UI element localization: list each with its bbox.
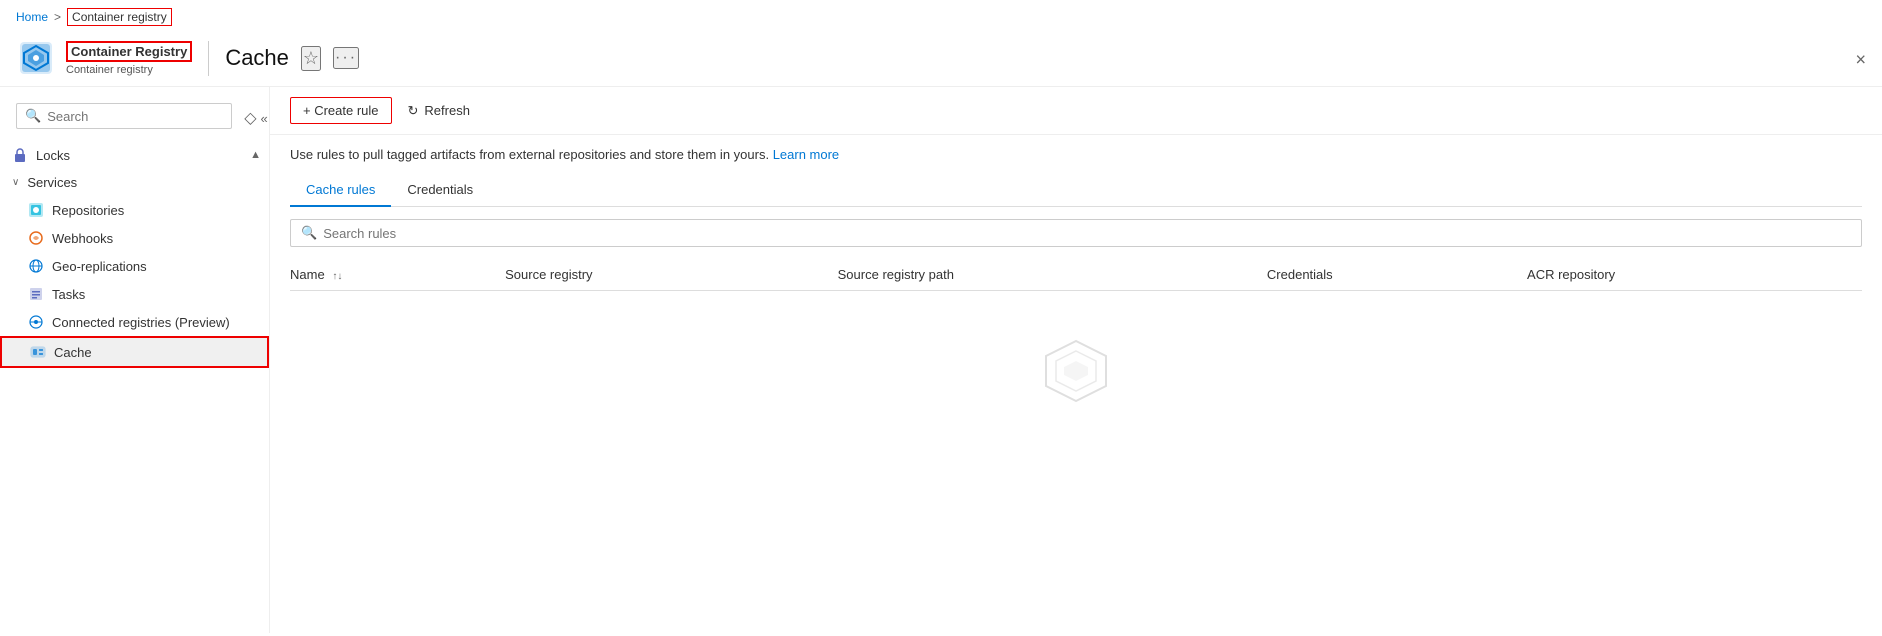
content-area: + Create rule ↻ Refresh Use rules to pul…: [270, 87, 1882, 633]
repositories-icon: [28, 202, 44, 218]
sidebar-item-connected-registries[interactable]: Connected registries (Preview): [0, 308, 269, 336]
geo-replications-icon: [28, 258, 44, 274]
sidebar-item-geo-replications[interactable]: Geo-replications: [0, 252, 269, 280]
breadcrumb-current: Container registry: [67, 8, 172, 26]
breadcrumb-separator: >: [54, 10, 61, 24]
content-header: Use rules to pull tagged artifacts from …: [270, 135, 1882, 219]
toolbar: + Create rule ↻ Refresh: [270, 87, 1882, 135]
lock-icon: [12, 147, 28, 163]
refresh-label: Refresh: [424, 103, 470, 118]
sort-name-icon[interactable]: ↑↓: [332, 271, 342, 282]
tasks-icon: [28, 286, 44, 302]
sidebar-group-services[interactable]: ∨ Services: [0, 169, 269, 196]
sidebar-search-bar: 🔍: [16, 103, 232, 129]
col-source-registry: Source registry: [505, 259, 838, 291]
services-group-label: Services: [27, 175, 77, 190]
resource-name: Cache: [225, 45, 289, 71]
tab-credentials[interactable]: Credentials: [391, 174, 489, 207]
search-rules-input[interactable]: [323, 226, 1851, 241]
sidebar-item-locks[interactable]: Locks: [0, 141, 250, 169]
description-text: Use rules to pull tagged artifacts from …: [290, 147, 1862, 162]
geo-replications-label: Geo-replications: [52, 259, 147, 274]
service-icon: [16, 38, 56, 78]
sidebar-search-icon: 🔍: [25, 108, 41, 124]
tasks-label: Tasks: [52, 287, 85, 302]
cache-icon: [30, 344, 46, 360]
page-header: Container Registry Container registry Ca…: [0, 34, 1882, 87]
sidebar-item-cache[interactable]: Cache: [0, 336, 269, 368]
header-title-block: Container Registry Container registry: [66, 41, 209, 76]
webhooks-label: Webhooks: [52, 231, 113, 246]
tab-cache-rules[interactable]: Cache rules: [290, 174, 391, 207]
description-body: Use rules to pull tagged artifacts from …: [290, 147, 769, 162]
more-options-button[interactable]: ···: [333, 47, 359, 69]
header-actions: ☆ ···: [301, 46, 359, 71]
connected-registries-label: Connected registries (Preview): [52, 315, 230, 330]
refresh-icon: ↻: [408, 103, 419, 119]
repositories-label: Repositories: [52, 203, 124, 218]
create-rule-button[interactable]: + Create rule: [290, 97, 392, 124]
col-credentials: Credentials: [1267, 259, 1527, 291]
up-arrow-indicator: ▲: [250, 149, 269, 161]
cache-rules-table: Name ↑↓ Source registry Source registry …: [290, 259, 1862, 291]
sidebar-item-webhooks[interactable]: Webhooks: [0, 224, 269, 252]
col-name: Name ↑↓: [290, 259, 505, 291]
service-sub-label: Container registry: [66, 64, 192, 76]
search-rules-bar: 🔍: [290, 219, 1862, 247]
main-layout: 🔍 ◇ « Locks ▲ ∨ Services: [0, 87, 1882, 633]
close-button[interactable]: ×: [1855, 50, 1866, 71]
empty-illustration: [1036, 331, 1116, 411]
table-container: Name ↑↓ Source registry Source registry …: [270, 259, 1882, 291]
learn-more-link[interactable]: Learn more: [773, 147, 839, 162]
sidebar-search-input[interactable]: [47, 109, 223, 124]
col-acr-repository: ACR repository: [1527, 259, 1862, 291]
sidebar-item-tasks[interactable]: Tasks: [0, 280, 269, 308]
collapse-sidebar-button[interactable]: «: [261, 111, 268, 126]
service-name-label: Container Registry: [66, 41, 192, 62]
filter-button[interactable]: ◇: [244, 108, 256, 128]
sidebar: 🔍 ◇ « Locks ▲ ∨ Services: [0, 87, 270, 633]
sidebar-item-repositories[interactable]: Repositories: [0, 196, 269, 224]
breadcrumb: Home > Container registry: [0, 0, 1882, 34]
refresh-button[interactable]: ↻ Refresh: [408, 103, 470, 119]
locks-label: Locks: [36, 148, 70, 163]
chevron-services-icon: ∨: [12, 177, 19, 188]
breadcrumb-home[interactable]: Home: [16, 10, 48, 24]
search-rules-icon: 🔍: [301, 225, 317, 241]
col-source-registry-path: Source registry path: [838, 259, 1267, 291]
favorite-button[interactable]: ☆: [301, 46, 321, 71]
tabs: Cache rules Credentials: [290, 174, 1862, 207]
connected-registries-icon: [28, 314, 44, 330]
cache-label: Cache: [54, 345, 92, 360]
empty-state: [270, 291, 1882, 451]
webhooks-icon: [28, 230, 44, 246]
